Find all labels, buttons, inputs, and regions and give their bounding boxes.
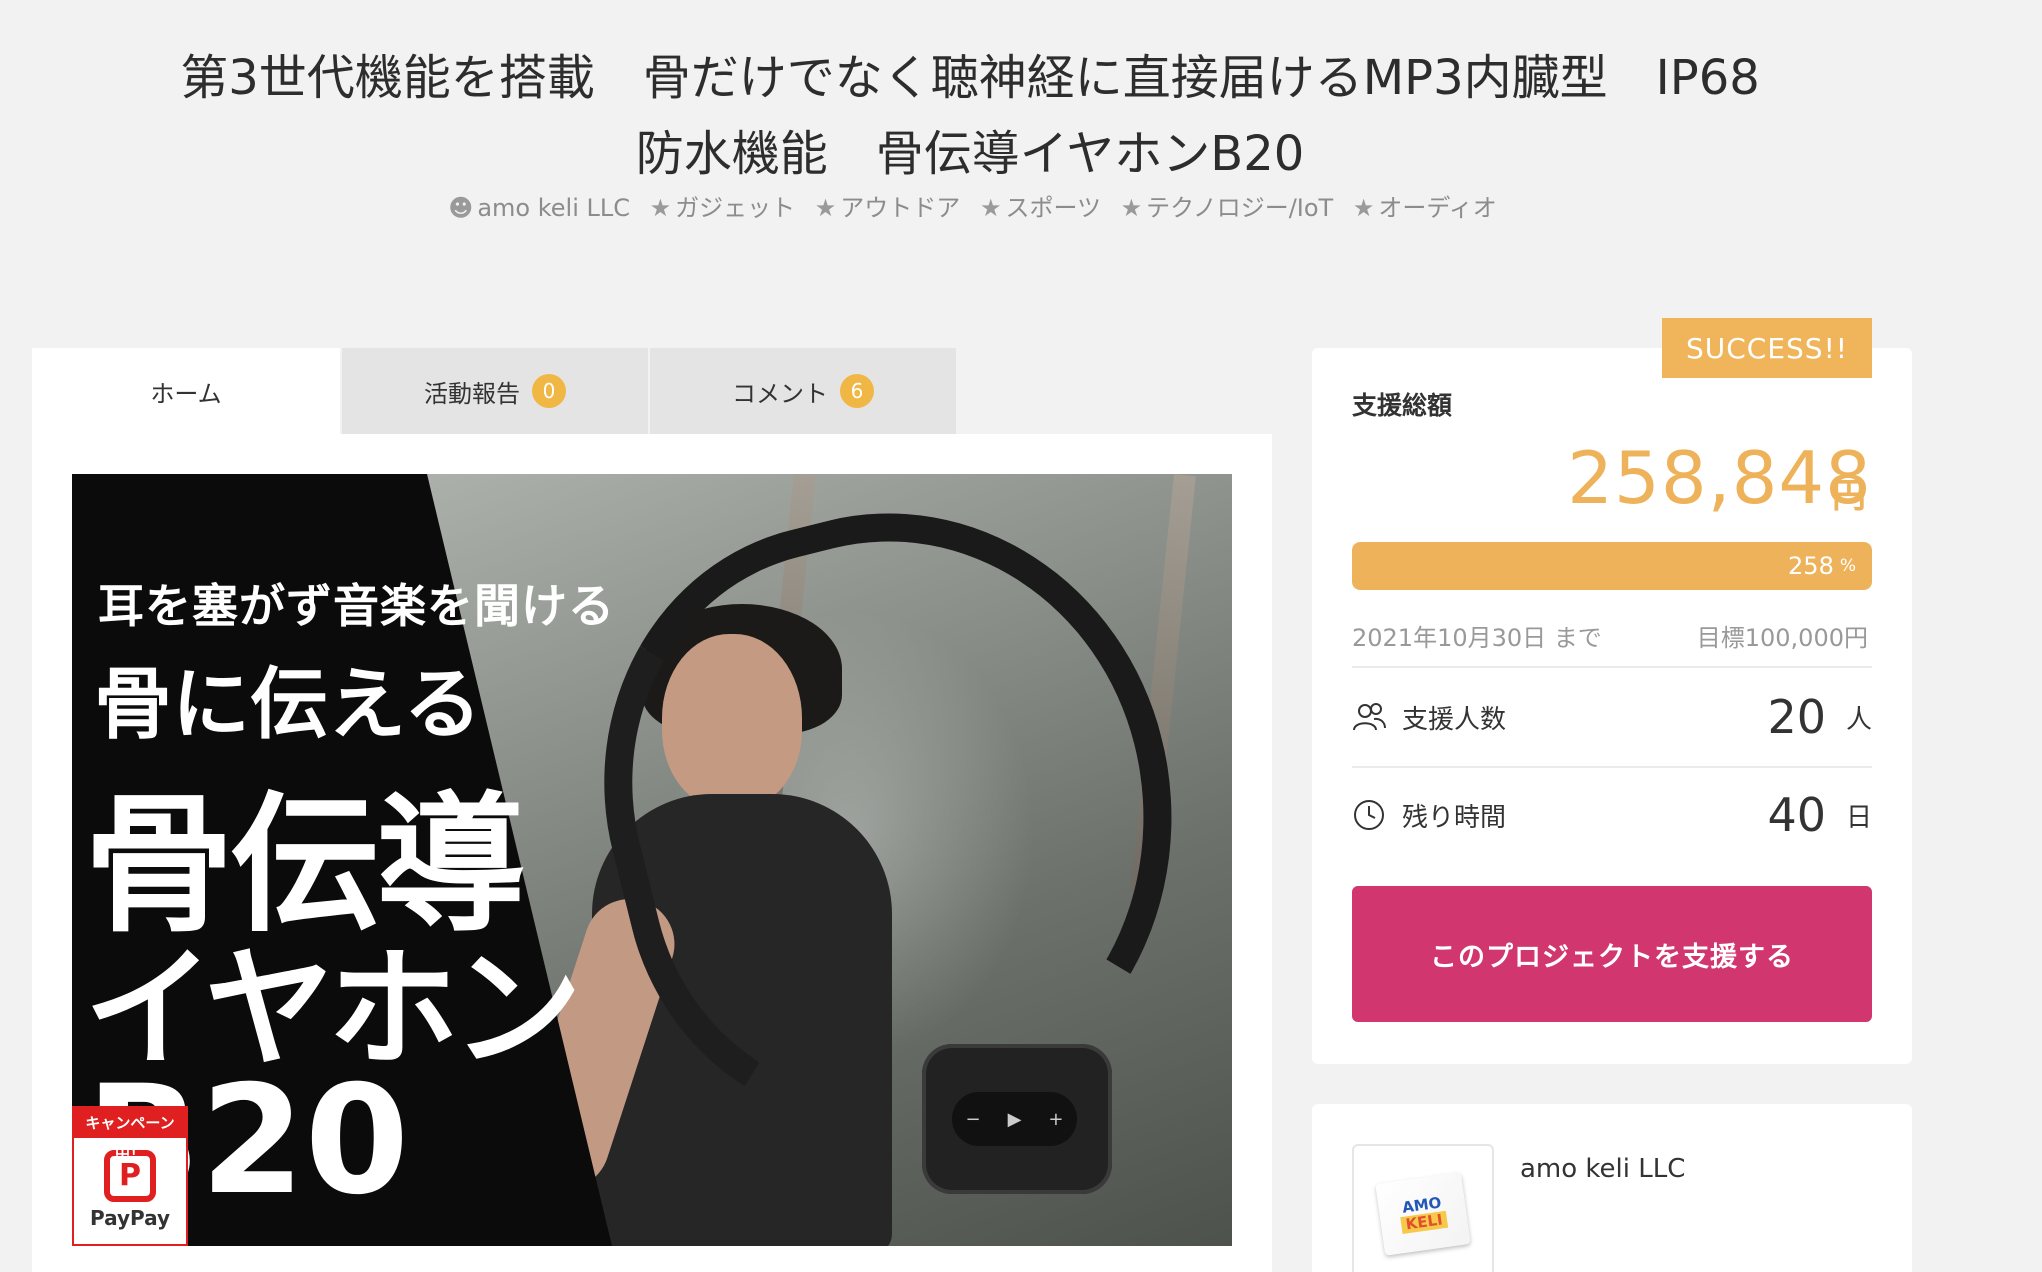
hero-subheadline: 骨に伝える	[94, 660, 482, 750]
funding-total-label: 支援総額	[1352, 391, 1453, 420]
user-icon: ☻	[448, 194, 474, 222]
tab-label: ホーム	[150, 379, 222, 408]
category-link-sports[interactable]: ★ スポーツ	[980, 194, 1109, 222]
play-icon: ▶	[1007, 1108, 1022, 1130]
project-title-line2: 防水機能 骨伝導イヤホンB20	[635, 126, 1305, 182]
clock-icon	[1354, 800, 1384, 830]
users-icon	[1353, 703, 1386, 731]
funding-total-amount: 258,848	[1567, 436, 1872, 520]
funding-progress-bar: 258%	[1352, 542, 1872, 590]
tab-activity-reports[interactable]: 活動報告 0	[342, 348, 650, 434]
project-title-line1: 第3世代機能を搭載 骨だけでなく聴神経に直接届けるMP3内臓型 IP68	[180, 50, 1760, 106]
category-label: テクノロジー/IoT	[1146, 194, 1334, 222]
category-label: オーディオ	[1378, 194, 1497, 222]
count-badge: 0	[532, 374, 566, 408]
remaining-time-row: 残り時間 40 日	[1352, 766, 1872, 864]
remaining-time-value: 40	[1767, 788, 1826, 842]
category-link-audio[interactable]: ★ オーディオ	[1353, 194, 1497, 222]
earphone-pod: − ▶ +	[922, 1044, 1112, 1194]
count-badge: 6	[840, 374, 874, 408]
remaining-time-unit: 日	[1845, 802, 1872, 833]
star-icon: ★	[814, 194, 837, 222]
project-title: 第3世代機能を搭載 骨だけでなく聴神経に直接届けるMP3内臓型 IP68 防水機…	[110, 40, 1830, 192]
category-link-gadget[interactable]: ★ ガジェット	[650, 194, 803, 222]
category-label: スポーツ	[1005, 194, 1101, 222]
owner-link[interactable]: ☻ amo keli LLC	[448, 194, 637, 222]
volume-up-icon: +	[1048, 1108, 1064, 1130]
star-icon: ★	[649, 194, 672, 222]
project-tabs: ホーム 活動報告 0 コメント 6	[32, 348, 958, 434]
owner-name[interactable]: amo keli LLC	[1520, 1154, 1685, 1184]
star-icon: ★	[1352, 194, 1375, 222]
owner-logo-text: KELI	[1400, 1210, 1448, 1234]
funding-goal: 目標100,000円	[1696, 624, 1868, 652]
funding-percent: 258	[1788, 552, 1834, 580]
hero-image: − ▶ + 耳を塞がず音楽を聞ける 骨に伝える 骨伝導 イヤホン B20	[72, 474, 1232, 1246]
category-link-tech[interactable]: ★ テクノロジー/IoT	[1121, 194, 1341, 222]
star-icon: ★	[979, 194, 1002, 222]
paypay-name: PayPay	[89, 1206, 171, 1230]
campaign-label: キャンペーン中！	[74, 1108, 186, 1162]
paypay-logo-icon: P	[104, 1150, 156, 1202]
support-project-button[interactable]: このプロジェクトを支援する	[1352, 886, 1872, 1022]
backers-count: 20	[1767, 690, 1826, 744]
tab-home[interactable]: ホーム	[32, 348, 342, 434]
backers-row: 支援人数 20 人	[1352, 668, 1872, 766]
earphone-controls: − ▶ +	[952, 1092, 1077, 1146]
volume-down-icon: −	[965, 1108, 981, 1130]
funding-progress-fill: 258%	[1352, 542, 1872, 590]
category-link-outdoor[interactable]: ★ アウトドア	[815, 194, 968, 222]
funding-currency-unit: 円	[1832, 476, 1866, 516]
tab-comments[interactable]: コメント 6	[650, 348, 958, 434]
tab-label: 活動報告	[424, 379, 520, 408]
backers-unit: 人	[1845, 704, 1872, 735]
project-meta: ☻ amo keli LLC ★ ガジェット ★ アウトドア ★ スポーツ ★ テクノロジ…	[0, 188, 1945, 223]
funding-percent-sign: %	[1839, 556, 1856, 576]
status-badge: SUCCESS!!	[1662, 318, 1872, 378]
category-label: ガジェット	[675, 194, 796, 222]
owner-label: amo keli LLC	[477, 194, 630, 222]
funding-deadline: 2021年10月30日 まで	[1352, 624, 1602, 652]
owner-avatar[interactable]: AMO KELI	[1352, 1144, 1494, 1272]
star-icon: ★	[1120, 194, 1143, 222]
remaining-time-label: 残り時間	[1402, 802, 1507, 833]
backers-label: 支援人数	[1402, 704, 1507, 735]
paypay-campaign-badge: キャンペーン中！ P PayPay	[72, 1106, 188, 1246]
hero-tagline: 耳を塞がず音楽を聞ける	[98, 579, 615, 633]
owner-logo: AMO KELI	[1375, 1172, 1471, 1256]
tab-label: コメント	[732, 379, 828, 408]
category-label: アウトドア	[840, 194, 961, 222]
